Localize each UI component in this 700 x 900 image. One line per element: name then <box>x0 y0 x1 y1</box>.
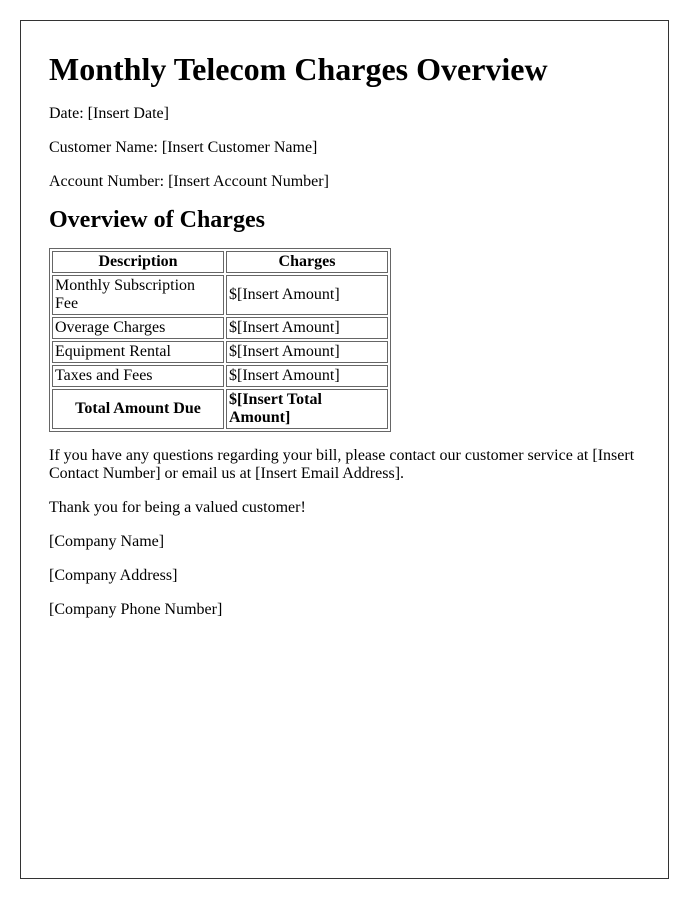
thank-you-note: Thank you for being a valued customer! <box>49 499 306 517</box>
company-name: [Company Name] <box>49 533 165 551</box>
row-description: Monthly Subscription Fee <box>52 275 224 316</box>
account-number-field: Account Number: [Insert Account Number] <box>49 173 648 191</box>
account-number-label: Account Number: <box>49 172 165 190</box>
table-header-row: Description Charges <box>52 251 388 274</box>
row-description: Taxes and Fees <box>52 365 224 388</box>
page-title: Monthly Telecom Charges Overview <box>49 51 548 87</box>
section-heading: Overview of Charges <box>49 206 265 233</box>
company-phone: [Company Phone Number] <box>49 601 223 619</box>
table-row: Overage Charges $[Insert Amount] <box>52 317 388 340</box>
total-value: $[Insert Total Amount] <box>226 389 388 430</box>
row-charge: $[Insert Amount] <box>226 275 388 316</box>
table-row: Equipment Rental $[Insert Amount] <box>52 341 388 364</box>
customer-name-value: [Insert Customer Name] <box>161 138 318 156</box>
date-field: Date: [Insert Date] <box>49 105 648 123</box>
date-label: Date: <box>49 104 84 122</box>
column-header-description: Description <box>52 251 224 274</box>
contact-paragraph: If you have any questions regarding your… <box>49 447 635 483</box>
table-row: Monthly Subscription Fee $[Insert Amount… <box>52 275 388 316</box>
row-description: Equipment Rental <box>52 341 224 364</box>
company-address: [Company Address] <box>49 567 178 585</box>
charges-table: Description Charges Monthly Subscription… <box>49 248 391 433</box>
table-row: Taxes and Fees $[Insert Amount] <box>52 365 388 388</box>
total-row: Total Amount Due $[Insert Total Amount] <box>52 389 388 430</box>
date-value: [Insert Date] <box>87 104 169 122</box>
total-label: Total Amount Due <box>52 389 224 430</box>
row-charge: $[Insert Amount] <box>226 317 388 340</box>
document-page: Monthly Telecom Charges Overview Date: [… <box>20 20 669 879</box>
account-number-value: [Insert Account Number] <box>168 172 329 190</box>
customer-name-label: Customer Name: <box>49 138 158 156</box>
column-header-charges: Charges <box>226 251 388 274</box>
row-charge: $[Insert Amount] <box>226 341 388 364</box>
row-description: Overage Charges <box>52 317 224 340</box>
row-charge: $[Insert Amount] <box>226 365 388 388</box>
customer-name-field: Customer Name: [Insert Customer Name] <box>49 139 648 157</box>
